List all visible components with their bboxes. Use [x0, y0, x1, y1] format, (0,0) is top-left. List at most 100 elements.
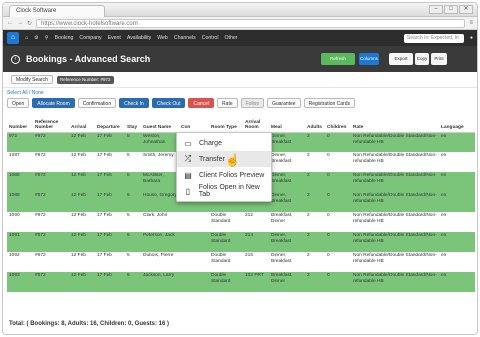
table-cell: 1087	[7, 152, 33, 172]
browser-tab[interactable]: Clock Software	[9, 5, 105, 17]
action-toolbar: Open Allocate Room Confirmation Check In…	[3, 96, 477, 110]
table-cell: Non Refundable/Double Standard/Non-refun…	[351, 232, 439, 252]
minimize-icon[interactable]: –	[429, 5, 443, 14]
rate-button[interactable]: Rate	[217, 98, 238, 108]
allocate-room-button[interactable]: Allocate Room	[32, 98, 75, 108]
open-button[interactable]: Open	[7, 98, 30, 108]
confirmation-button[interactable]: Confirmation	[77, 98, 117, 108]
nav-item-channels[interactable]: Channels	[174, 35, 196, 41]
table-row[interactable]: 1091 #972 12 Feb 17 Feb 5 Peterson, Jack Doubl…	[7, 232, 475, 252]
table-cell: Double Standard	[209, 252, 243, 272]
table-cell: Non Refundable/Double Standard/Non-refun…	[351, 272, 439, 292]
column-header[interactable]: Room Type	[209, 110, 243, 133]
guarantee-button[interactable]: Guarantee	[266, 98, 301, 108]
folios-dropdown-menu: ▭ Charge ⤮ Transfer ▤ Client Folios Preview…	[176, 132, 272, 202]
back-circle-icon[interactable]: ‹	[11, 54, 20, 64]
document-icon: ▤	[184, 170, 192, 180]
menu-item-folios-open-new-tab[interactable]: ▯ Folios Open in New Tab	[177, 183, 271, 199]
cancel-button[interactable]: Cancel	[188, 98, 215, 108]
print-button[interactable]: Print	[431, 53, 447, 65]
table-cell: 0	[325, 192, 351, 212]
table-cell: 12 Feb	[69, 252, 95, 272]
nav-item-company[interactable]: Company	[79, 35, 101, 41]
column-header[interactable]: Departure	[95, 110, 125, 133]
table-cell: 17 Feb	[95, 232, 125, 252]
table-cell: Smith, Jeremy	[141, 152, 179, 172]
home-icon[interactable]: ⌂	[25, 35, 28, 41]
column-header[interactable]: Language	[439, 110, 475, 133]
copy-button[interactable]: Copy	[415, 53, 429, 65]
table-row[interactable]: 1092 #972 12 Feb 17 Feb 5 Dubois, Pierre Doubl…	[7, 252, 475, 272]
table-cell: #972	[33, 132, 69, 152]
columns-button[interactable]: Columns	[359, 53, 379, 65]
check-out-button[interactable]: Check Out	[151, 98, 186, 108]
table-cell: 2	[305, 252, 325, 272]
export-button[interactable]: Export	[389, 53, 413, 65]
table-cell: 0	[325, 132, 351, 152]
table-cell: Double Standard	[209, 212, 243, 232]
gear-icon[interactable]: ⚙	[34, 35, 39, 41]
table-cell: 2	[305, 272, 325, 292]
table-cell: House, Gregory	[141, 192, 179, 212]
column-header[interactable]: Con	[179, 110, 197, 133]
table-cell: 2	[305, 232, 325, 252]
column-header[interactable]: Reference Number	[33, 110, 69, 133]
url-field[interactable]: https://www.clock-hotelsoftware.com	[36, 18, 466, 28]
back-arrow-icon[interactable]: ←	[7, 20, 13, 26]
menu-item-client-folios-preview[interactable]: ▤ Client Folios Preview	[177, 167, 271, 183]
column-header[interactable]: Arrival Room	[243, 110, 269, 133]
nav-item-booking[interactable]: Booking	[55, 35, 74, 41]
forward-arrow-icon[interactable]: →	[17, 20, 23, 26]
table-cell	[179, 252, 197, 272]
reload-icon[interactable]: ↻	[27, 20, 32, 27]
check-in-button[interactable]: Check In	[119, 98, 149, 108]
maximize-icon[interactable]: □	[444, 5, 458, 14]
user-icon[interactable]: ●	[470, 35, 473, 41]
column-header[interactable]: Stay	[125, 110, 141, 133]
nav-item-other[interactable]: Other	[224, 35, 237, 41]
table-cell: Breakfast, Dinner	[269, 212, 305, 232]
nav-item-control[interactable]: Control	[202, 35, 219, 41]
close-icon[interactable]: ✕	[459, 5, 473, 14]
table-cell: Jackson, Larry	[141, 272, 179, 292]
table-cell: 2	[305, 172, 325, 192]
menu-item-label: Charge	[199, 139, 222, 147]
page-title: Bookings - Advanced Search	[26, 54, 151, 64]
modify-search-button[interactable]: Modify Search	[11, 75, 53, 84]
column-header[interactable]	[197, 110, 209, 133]
table-cell: Breakfast, Dinner	[269, 272, 305, 292]
table-cell: #972	[33, 212, 69, 232]
table-cell: 5	[125, 152, 141, 172]
table-cell: 5	[125, 172, 141, 192]
menu-item-transfer[interactable]: ⤮ Transfer	[177, 151, 271, 167]
table-cell: 17 Feb	[95, 212, 125, 232]
nav-item-availability[interactable]: Availability	[127, 35, 151, 41]
column-header[interactable]: Rate	[351, 110, 439, 133]
registration-cards-button[interactable]: Registration Cards	[303, 98, 355, 108]
table-cell: 12 Feb	[69, 192, 95, 212]
menu-item-label: Transfer	[199, 155, 225, 163]
column-header[interactable]: Guest Name	[141, 110, 179, 133]
column-header[interactable]: Adults	[305, 110, 325, 133]
window-controls: – □ ✕	[429, 5, 473, 14]
table-cell: Dubois, Pierre	[141, 252, 179, 272]
column-header[interactable]: Children	[325, 110, 351, 133]
select-all-link[interactable]: Select All / None	[3, 88, 477, 96]
nav-item-web[interactable]: Web	[157, 35, 168, 41]
table-cell: 0	[325, 232, 351, 252]
search-input[interactable]: Search In: Expected, In	[403, 33, 464, 43]
folios-button[interactable]: Folios	[240, 98, 264, 108]
table-row[interactable]: 1093 #972 12 Feb 17 Feb 5 Jackson, Larry Doubl…	[7, 272, 475, 292]
column-header[interactable]: Arrival	[69, 110, 95, 133]
refresh-button[interactable]: Refresh	[321, 53, 355, 65]
nav-item-event[interactable]: Event	[108, 35, 121, 41]
table-row[interactable]: 1090 #972 12 Feb 17 Feb 5 Clark, John Double S…	[7, 212, 475, 232]
table-cell: 0	[325, 272, 351, 292]
column-header[interactable]: Meal	[269, 110, 305, 133]
column-header[interactable]: Number	[7, 110, 33, 133]
search-icon[interactable]: ⚲	[45, 35, 49, 41]
logo-icon[interactable]: ⌂	[7, 32, 19, 44]
table-cell: Dinner, Breakfast	[269, 252, 305, 272]
menu-icon[interactable]: ≡	[469, 20, 473, 26]
menu-item-charge[interactable]: ▭ Charge	[177, 135, 271, 151]
